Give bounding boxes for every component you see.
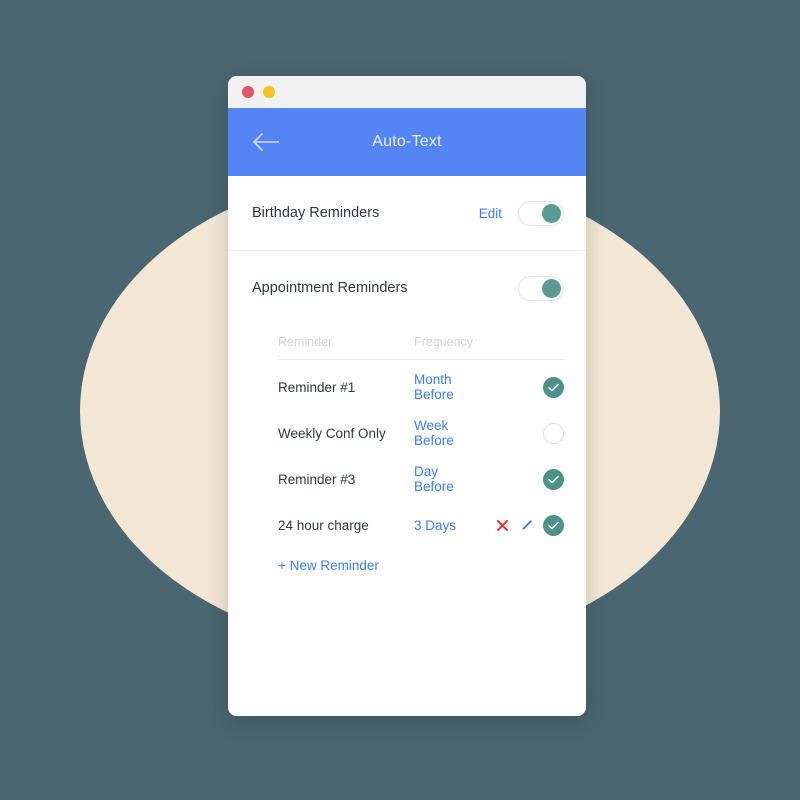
page-title: Auto-Text [372,133,442,150]
row-actions [468,468,564,490]
app-window: Auto-Text Birthday Reminders Edit Appoin… [228,76,586,716]
reminder-frequency-link[interactable]: Day Before [414,464,468,494]
reminders-table: Reminder Frequency Reminder #1 Month Befo… [228,325,586,575]
birthday-reminders-row: Birthday Reminders Edit [228,176,586,250]
row-actions [468,376,564,398]
column-header-frequency: Frequency [414,335,474,349]
reminder-name: Reminder #3 [278,471,356,487]
table-row: Reminder #3 Day Before [278,456,564,502]
reminder-status-toggle[interactable] [543,376,564,398]
table-row: 24 hour charge 3 Days [278,502,564,548]
table-row: Reminder #1 Month Before [278,364,564,410]
delete-icon[interactable] [495,518,510,533]
reminder-name: Weekly Conf Only [278,425,386,441]
minimize-window-button[interactable] [263,86,275,98]
check-icon [548,475,559,483]
window-titlebar [228,76,586,108]
toggle-knob [542,203,561,223]
appointment-reminders-toggle[interactable] [518,275,564,301]
reminder-name: Reminder #1 [278,379,356,395]
table-header-row: Reminder Frequency [278,325,564,359]
toggle-knob [542,278,561,298]
reminder-status-toggle[interactable] [543,514,564,536]
reminder-name: 24 hour charge [278,517,369,533]
table-header-rule [278,359,564,360]
app-header-bar: Auto-Text [228,108,586,176]
appointment-reminders-row: Appointment Reminders [228,251,586,325]
row-actions [468,514,564,536]
check-icon [548,521,559,529]
edit-birthday-reminders-link[interactable]: Edit [479,206,502,221]
window-content: Birthday Reminders Edit Appointment Remi… [228,176,586,716]
table-row: Weekly Conf Only Week Before [278,410,564,456]
back-arrow-icon[interactable] [252,132,280,152]
birthday-reminders-label: Birthday Reminders [252,205,380,221]
edit-pencil-icon[interactable] [519,518,534,533]
close-window-button[interactable] [242,86,254,98]
appointment-reminders-label: Appointment Reminders [252,280,408,296]
row-actions [468,422,564,444]
column-header-reminder: Reminder [278,335,333,349]
reminder-frequency-link[interactable]: Week Before [414,418,468,448]
new-reminder-link[interactable]: + New Reminder [278,548,379,573]
reminder-status-toggle[interactable] [543,422,564,444]
birthday-reminders-toggle[interactable] [518,200,564,226]
table-body: Reminder #1 Month Before Weekly Conf Only W… [278,364,564,548]
reminder-frequency-link[interactable]: 3 Days [414,518,468,533]
check-icon [548,383,559,391]
reminder-status-toggle[interactable] [543,468,564,490]
reminder-frequency-link[interactable]: Month Before [414,372,468,402]
